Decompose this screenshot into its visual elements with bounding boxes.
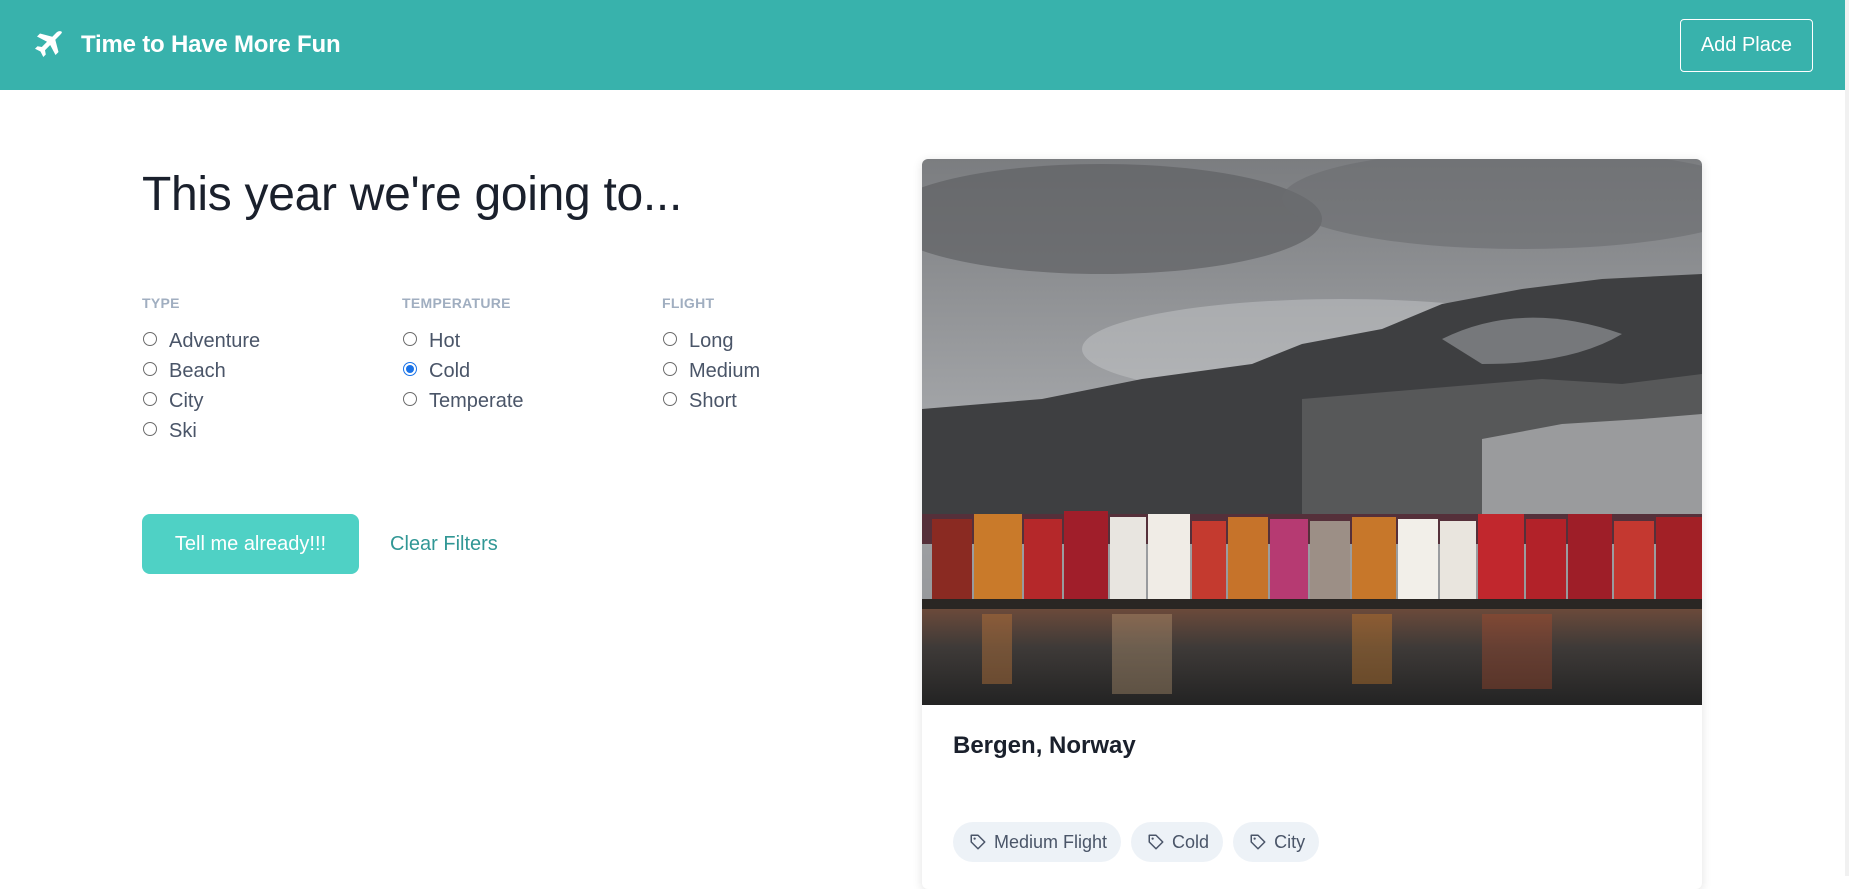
page-scrollbar[interactable] <box>1845 0 1849 876</box>
radio-button[interactable] <box>403 332 417 346</box>
radio-button[interactable] <box>663 332 677 346</box>
radio-option-medium[interactable]: Medium <box>662 356 922 386</box>
tag-label: City <box>1274 831 1306 852</box>
filter-group-flight: FLIGHT Long Medium Short <box>662 296 922 446</box>
radio-option-short[interactable]: Short <box>662 386 922 416</box>
radio-label: Beach <box>169 359 226 382</box>
radio-label: Temperate <box>429 389 524 412</box>
card-body: Bergen, Norway Medium Flight Cold City <box>922 705 1702 889</box>
airplane-icon <box>33 29 65 61</box>
filter-group-type: TYPE Adventure Beach City Ski <box>142 296 402 446</box>
radio-option-adventure[interactable]: Adventure <box>142 326 402 356</box>
filter-actions: Tell me already!!! Clear Filters <box>142 514 498 574</box>
radio-label: Adventure <box>169 329 261 352</box>
radio-option-hot[interactable]: Hot <box>402 326 662 356</box>
radio-button[interactable] <box>663 392 677 406</box>
destination-photo <box>922 159 1702 705</box>
radio-button[interactable] <box>143 422 157 436</box>
destination-card: Bergen, Norway Medium Flight Cold City <box>922 159 1702 889</box>
tag-medium-flight: Medium Flight <box>953 822 1122 862</box>
tag-list: Medium Flight Cold City <box>953 822 1671 862</box>
destination-title: Bergen, Norway <box>953 732 1136 759</box>
radio-button-checked[interactable] <box>403 362 417 376</box>
filter-group-label: TEMPERATURE <box>402 295 511 311</box>
radio-option-city[interactable]: City <box>142 386 402 416</box>
tag-label: Cold <box>1172 831 1210 852</box>
radio-label: Ski <box>169 419 197 442</box>
radio-button[interactable] <box>403 392 417 406</box>
radio-option-beach[interactable]: Beach <box>142 356 402 386</box>
filter-group-label: TYPE <box>142 295 180 311</box>
tag-icon <box>1148 834 1164 850</box>
radio-option-cold[interactable]: Cold <box>402 356 662 386</box>
radio-button[interactable] <box>143 332 157 346</box>
tag-cold: Cold <box>1131 822 1224 862</box>
app-title: Time to Have More Fun <box>81 31 341 58</box>
filter-group-label: FLIGHT <box>662 295 715 311</box>
radio-label: Long <box>689 329 734 352</box>
radio-button[interactable] <box>143 392 157 406</box>
tag-icon <box>1250 834 1266 850</box>
radio-label: Cold <box>429 359 471 382</box>
clear-filters-link[interactable]: Clear Filters <box>390 533 498 556</box>
filter-groups: TYPE Adventure Beach City Ski TEMPERATUR… <box>142 296 922 446</box>
radio-label: Medium <box>689 359 761 382</box>
radio-option-long[interactable]: Long <box>662 326 922 356</box>
radio-label: Short <box>689 389 737 412</box>
radio-option-temperate[interactable]: Temperate <box>402 386 662 416</box>
tag-icon <box>970 834 986 850</box>
filter-panel: This year we're going to... <box>142 160 842 230</box>
radio-button[interactable] <box>143 362 157 376</box>
brand[interactable]: Time to Have More Fun <box>33 29 341 61</box>
page-headline: This year we're going to... <box>142 168 682 221</box>
submit-button[interactable]: Tell me already!!! <box>142 514 359 574</box>
radio-button[interactable] <box>663 362 677 376</box>
tag-city: City <box>1233 822 1320 862</box>
radio-label: City <box>169 389 204 412</box>
add-place-button[interactable]: Add Place <box>1679 18 1813 72</box>
radio-option-ski[interactable]: Ski <box>142 416 402 446</box>
filter-group-temperature: TEMPERATURE Hot Cold Temperate <box>402 296 662 446</box>
tag-label: Medium Flight <box>994 831 1108 852</box>
radio-label: Hot <box>429 329 461 352</box>
top-navbar: Time to Have More Fun Add Place <box>0 0 1845 90</box>
